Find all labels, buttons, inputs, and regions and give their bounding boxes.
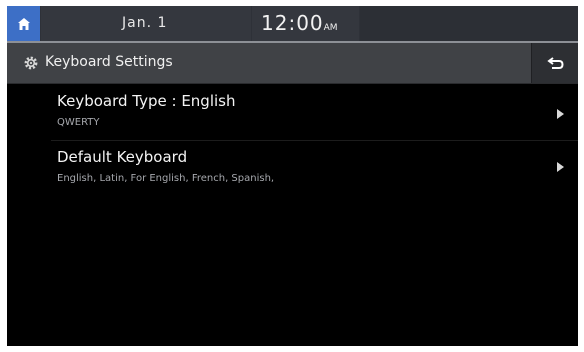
- home-icon: [17, 17, 30, 30]
- setting-item-title: Keyboard Type : English: [57, 92, 236, 110]
- back-button[interactable]: [531, 43, 578, 83]
- home-button[interactable]: [7, 6, 40, 41]
- status-time: 12:00AM: [261, 11, 338, 35]
- setting-item-subtitle: English, Latin, For English, French, Spa…: [57, 173, 275, 184]
- status-time-ampm: AM: [323, 23, 338, 33]
- title-bar: Keyboard Settings: [7, 43, 578, 84]
- chevron-right-icon: [557, 109, 564, 119]
- gear-icon: [24, 56, 38, 70]
- setting-item-keyboard-type[interactable]: Keyboard Type : English QWERTY: [7, 86, 578, 140]
- status-extra-segment: [360, 6, 578, 41]
- screen: Jan. 1 12:00AM Keyboard Settings Keyboar…: [7, 6, 578, 346]
- status-time-value: 12:00: [261, 11, 324, 35]
- back-arrow-icon: [546, 57, 564, 69]
- status-bar: Jan. 1 12:00AM: [7, 6, 578, 43]
- status-date: Jan. 1: [122, 15, 168, 31]
- chevron-right-icon: [557, 162, 564, 172]
- list-divider: [51, 140, 578, 141]
- setting-item-default-keyboard[interactable]: Default Keyboard English, Latin, For Eng…: [7, 142, 578, 196]
- page-title: Keyboard Settings: [45, 54, 173, 70]
- setting-item-subtitle: QWERTY: [57, 117, 100, 128]
- setting-item-title: Default Keyboard: [57, 148, 188, 166]
